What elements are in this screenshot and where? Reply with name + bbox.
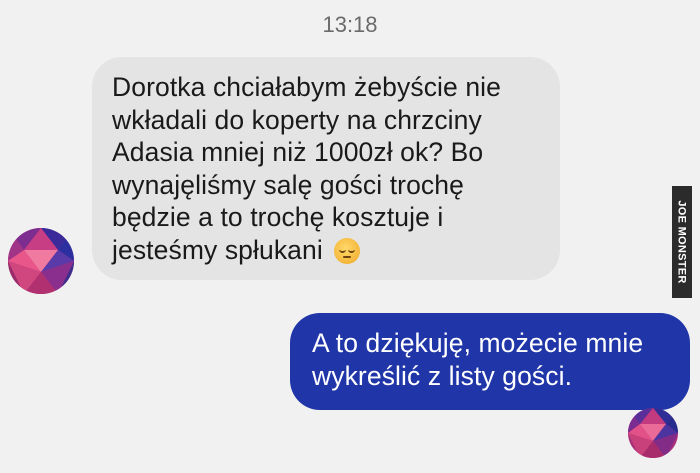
joe-monster-watermark: JOE MONSTER: [672, 186, 692, 298]
watermark-label: JOE MONSTER: [676, 200, 688, 284]
outgoing-message-text: A to dziękuję, możecie mnie wykreślić z …: [312, 328, 644, 391]
read-receipt-avatar-image: [628, 408, 678, 458]
outgoing-message-bubble[interactable]: A to dziękuję, możecie mnie wykreślić z …: [290, 313, 690, 410]
incoming-message-text: Dorotka chciałabym żebyście nie wkładali…: [112, 72, 501, 265]
pensive-face-icon: [334, 237, 361, 264]
sender-avatar[interactable]: [8, 228, 74, 294]
sender-avatar-image: [8, 228, 74, 294]
incoming-message-bubble[interactable]: Dorotka chciałabym żebyście nie wkładali…: [92, 57, 560, 280]
read-receipt-avatar: [628, 408, 678, 458]
message-timestamp: 13:18: [322, 12, 378, 37]
